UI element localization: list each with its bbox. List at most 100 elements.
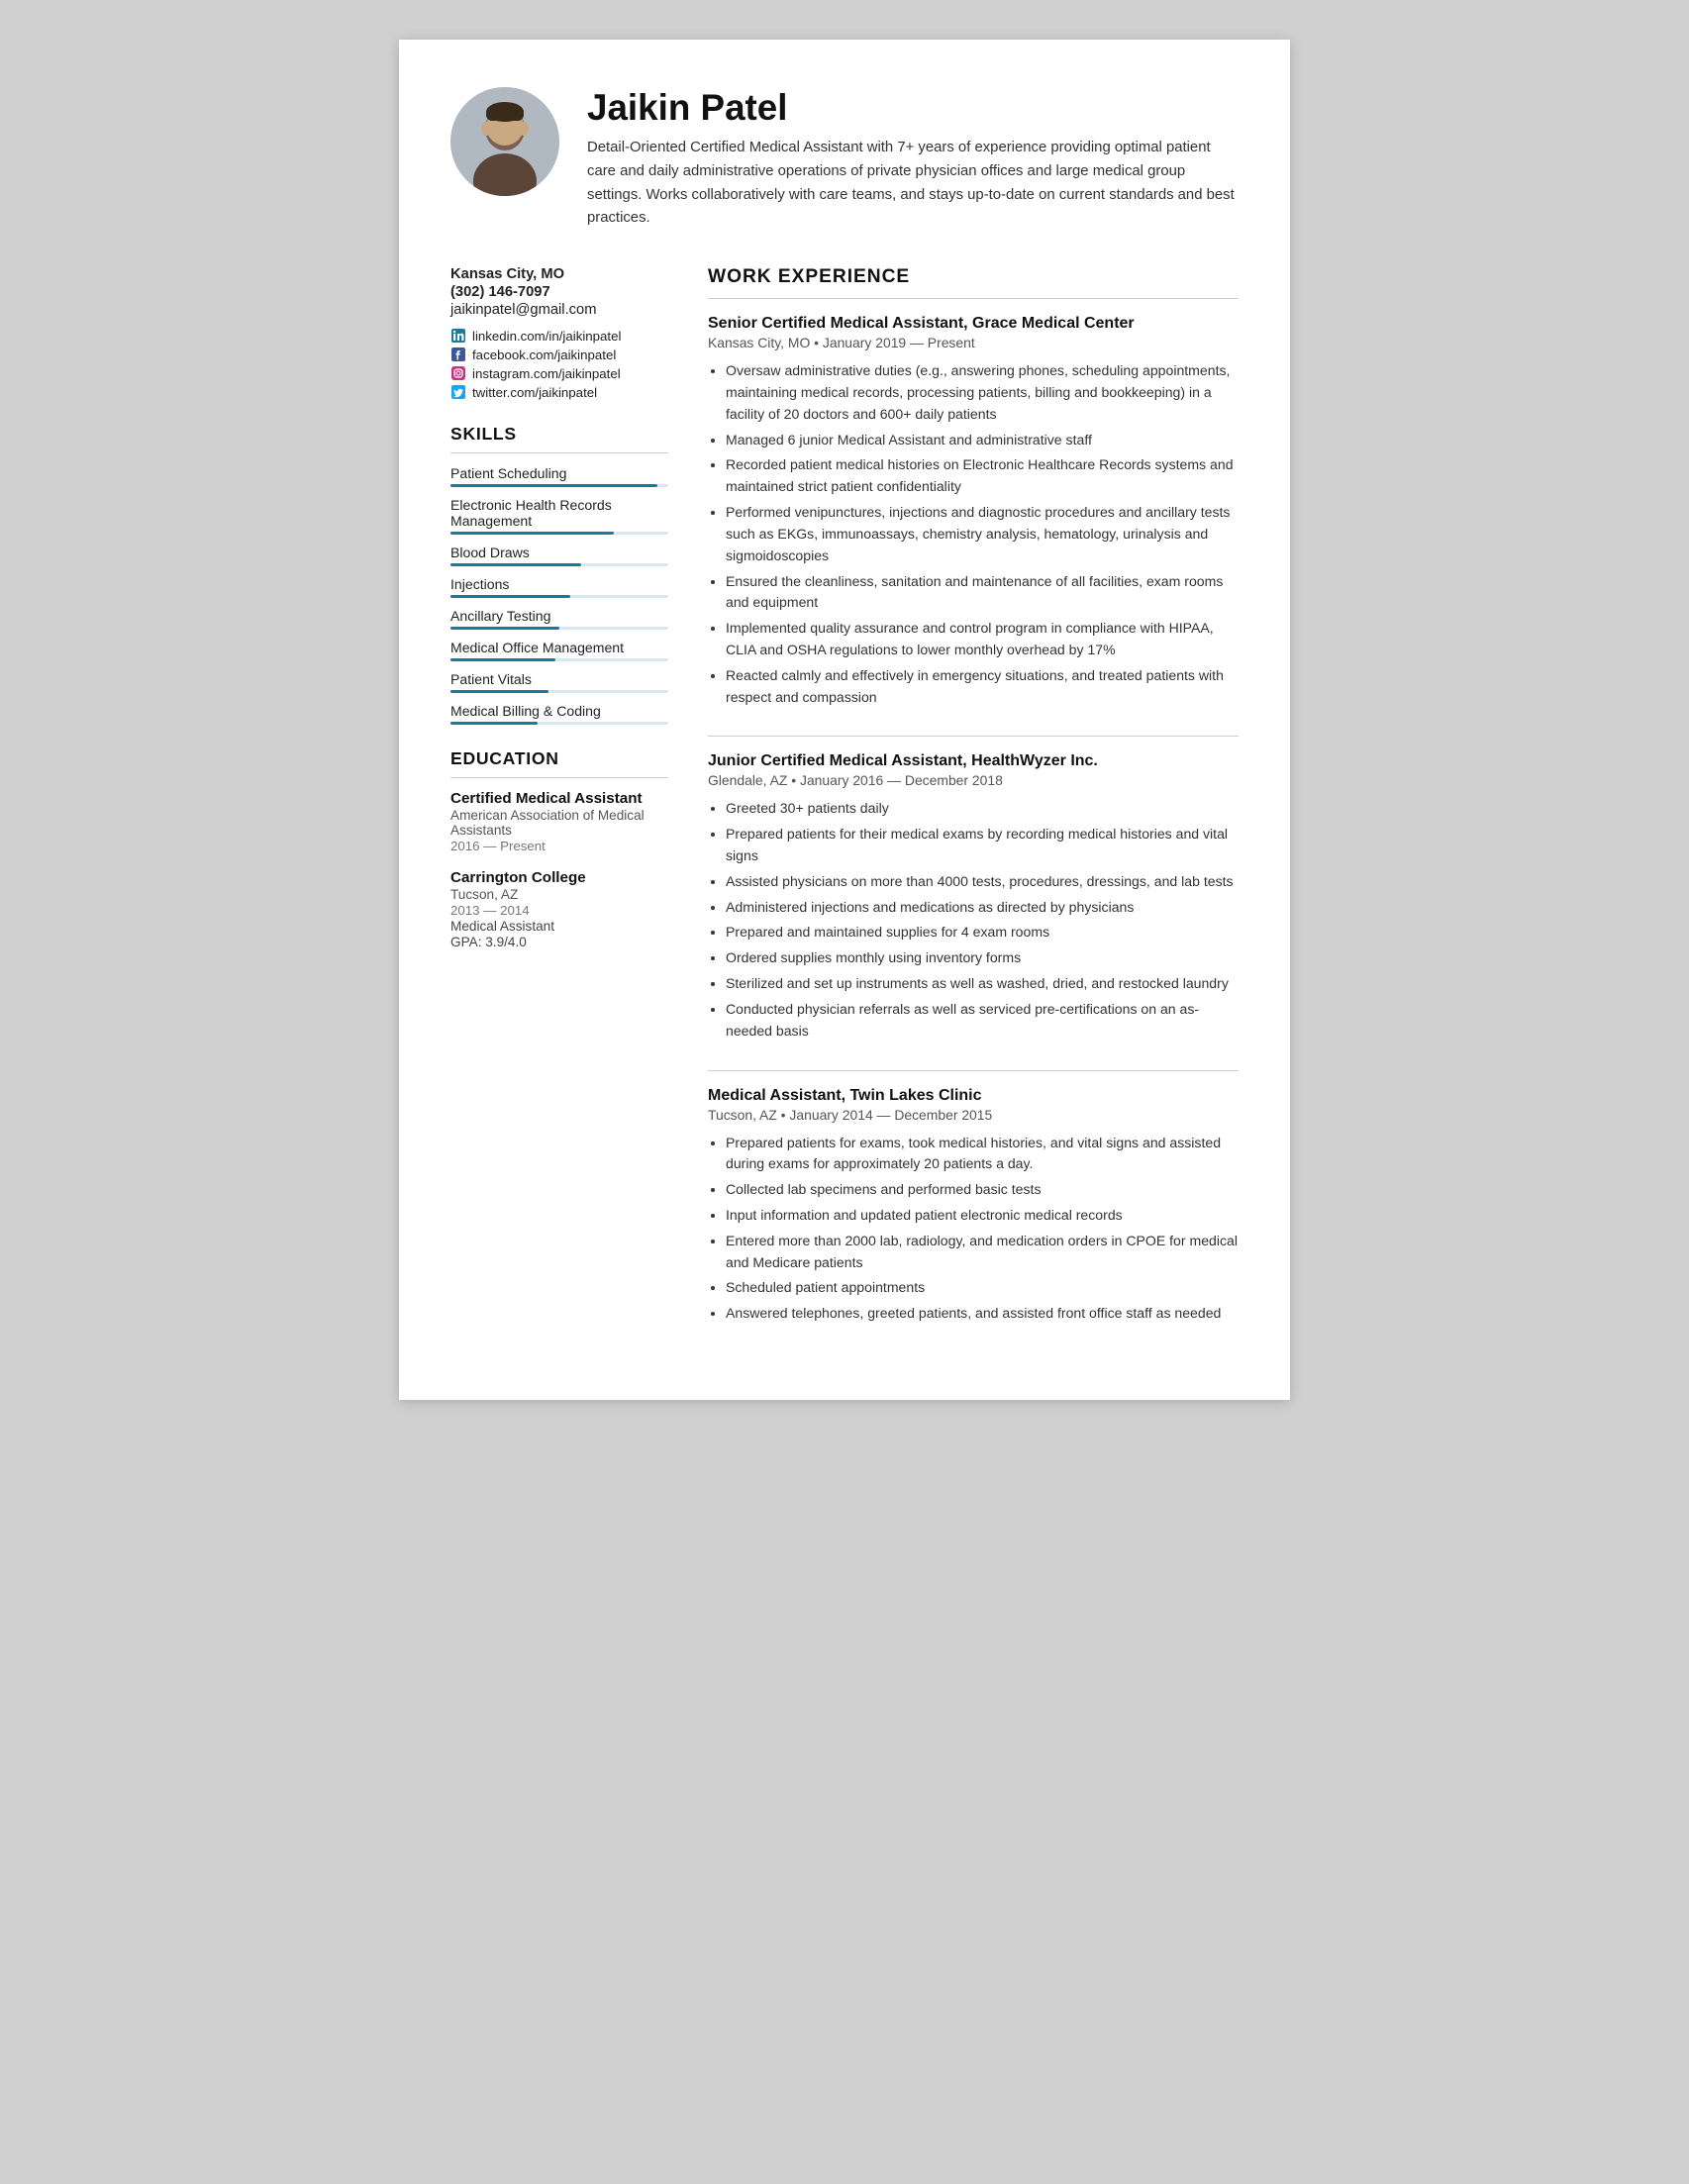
work-bullet: Conducted physician referrals as well as…: [726, 999, 1239, 1042]
education-divider: [450, 777, 668, 778]
skill-name: Medical Office Management: [450, 640, 668, 655]
skill-bar-fill: [450, 563, 581, 566]
skill-name: Patient Vitals: [450, 671, 668, 687]
twitter-text: twitter.com/jaikinpatel: [472, 385, 597, 400]
work-meta: Glendale, AZ • January 2016 — December 2…: [708, 772, 1239, 788]
edu-detail: Medical Assistant: [450, 919, 668, 934]
work-bullet: Managed 6 junior Medical Assistant and a…: [726, 430, 1239, 451]
skill-bar-bg: [450, 627, 668, 630]
work-bullet: Administered injections and medications …: [726, 897, 1239, 919]
work-title: WORK EXPERIENCE: [708, 266, 1239, 288]
work-bullet: Sterilized and set up instruments as wel…: [726, 973, 1239, 995]
skill-item: Medical Office Management: [450, 640, 668, 661]
main-columns: Kansas City, MO (302) 146-7097 jaikinpat…: [450, 266, 1239, 1352]
work-entry: Junior Certified Medical Assistant, Heal…: [708, 752, 1239, 1042]
skill-bar-bg: [450, 690, 668, 693]
work-bullet: Performed venipunctures, injections and …: [726, 502, 1239, 566]
skill-bar-bg: [450, 595, 668, 598]
work-bullet: Reacted calmly and effectively in emerge…: [726, 665, 1239, 709]
right-column: WORK EXPERIENCE Senior Certified Medical…: [708, 266, 1239, 1352]
skill-bar-fill: [450, 484, 657, 487]
work-entries: Senior Certified Medical Assistant, Grac…: [708, 315, 1239, 1325]
facebook-icon: [450, 347, 466, 362]
skill-bar-bg: [450, 563, 668, 566]
work-job-title: Junior Certified Medical Assistant, Heal…: [708, 752, 1239, 770]
education-entry: Carrington CollegeTucson, AZ2013 — 2014M…: [450, 869, 668, 949]
work-job-title: Senior Certified Medical Assistant, Grac…: [708, 315, 1239, 333]
contact-info: Kansas City, MO (302) 146-7097 jaikinpat…: [450, 266, 668, 400]
work-entry-divider: [708, 736, 1239, 737]
work-divider: [708, 298, 1239, 299]
skill-bar-bg: [450, 658, 668, 661]
work-job-title: Medical Assistant, Twin Lakes Clinic: [708, 1087, 1239, 1105]
work-bullets-list: Greeted 30+ patients daily Prepared patie…: [708, 798, 1239, 1042]
work-bullet: Assisted physicians on more than 4000 te…: [726, 871, 1239, 893]
work-entry: Senior Certified Medical Assistant, Grac…: [708, 315, 1239, 708]
skills-divider: [450, 452, 668, 453]
work-bullet: Recorded patient medical histories on El…: [726, 454, 1239, 498]
resume: Jaikin Patel Detail-Oriented Certified M…: [399, 40, 1290, 1400]
twitter-icon: [450, 384, 466, 400]
work-meta: Tucson, AZ • January 2014 — December 201…: [708, 1107, 1239, 1123]
skill-item: Blood Draws: [450, 545, 668, 566]
skill-bar-fill: [450, 595, 570, 598]
skill-item: Injections: [450, 576, 668, 598]
work-bullet: Ensured the cleanliness, sanitation and …: [726, 571, 1239, 615]
work-bullet: Prepared patients for exams, took medica…: [726, 1133, 1239, 1176]
edu-degree: Certified Medical Assistant: [450, 790, 668, 807]
work-bullet: Prepared patients for their medical exam…: [726, 824, 1239, 867]
contact-phone: (302) 146-7097: [450, 284, 668, 300]
education-entry: Certified Medical AssistantAmerican Asso…: [450, 790, 668, 853]
education-title: EDUCATION: [450, 748, 668, 769]
work-bullet: Scheduled patient appointments: [726, 1277, 1239, 1299]
work-bullet: Prepared and maintained supplies for 4 e…: [726, 922, 1239, 943]
skill-name: Ancillary Testing: [450, 608, 668, 624]
skill-bar-fill: [450, 690, 548, 693]
instagram-icon: [450, 365, 466, 381]
skill-bar-fill: [450, 532, 614, 535]
instagram-text: instagram.com/jaikinpatel: [472, 366, 621, 381]
skills-list: Patient Scheduling Electronic Health Rec…: [450, 465, 668, 725]
skill-bar-bg: [450, 484, 668, 487]
work-bullet: Ordered supplies monthly using inventory…: [726, 947, 1239, 969]
work-bullet: Input information and updated patient el…: [726, 1205, 1239, 1227]
candidate-summary: Detail-Oriented Certified Medical Assist…: [587, 137, 1239, 231]
skill-item: Patient Scheduling: [450, 465, 668, 487]
facebook-text: facebook.com/jaikinpatel: [472, 347, 616, 362]
contact-location: Kansas City, MO: [450, 266, 668, 282]
skill-name: Medical Billing & Coding: [450, 703, 668, 719]
social-twitter: twitter.com/jaikinpatel: [450, 384, 668, 400]
linkedin-icon: [450, 328, 466, 344]
skill-name: Electronic Health Records Management: [450, 497, 668, 529]
header-text: Jaikin Patel Detail-Oriented Certified M…: [587, 87, 1239, 231]
work-bullets-list: Prepared patients for exams, took medica…: [708, 1133, 1239, 1326]
skill-bar-bg: [450, 532, 668, 535]
work-bullet: Entered more than 2000 lab, radiology, a…: [726, 1231, 1239, 1274]
avatar: [450, 87, 559, 196]
work-bullet: Implemented quality assurance and contro…: [726, 618, 1239, 661]
work-bullet: Answered telephones, greeted patients, a…: [726, 1303, 1239, 1325]
skill-item: Electronic Health Records Management: [450, 497, 668, 535]
edu-org: Tucson, AZ: [450, 887, 668, 902]
work-bullet: Greeted 30+ patients daily: [726, 798, 1239, 820]
skills-section: SKILLS Patient Scheduling Electronic Hea…: [450, 424, 668, 725]
contact-email: jaikinpatel@gmail.com: [450, 302, 668, 318]
header-section: Jaikin Patel Detail-Oriented Certified M…: [450, 87, 1239, 231]
skill-bar-fill: [450, 658, 555, 661]
skill-name: Patient Scheduling: [450, 465, 668, 481]
social-linkedin: linkedin.com/in/jaikinpatel: [450, 328, 668, 344]
skill-bar-fill: [450, 722, 538, 725]
education-list: Certified Medical AssistantAmerican Asso…: [450, 790, 668, 949]
linkedin-text: linkedin.com/in/jaikinpatel: [472, 329, 621, 344]
skill-item: Medical Billing & Coding: [450, 703, 668, 725]
social-instagram: instagram.com/jaikinpatel: [450, 365, 668, 381]
work-bullet: Oversaw administrative duties (e.g., ans…: [726, 360, 1239, 425]
edu-gpa: GPA: 3.9/4.0: [450, 935, 668, 949]
skill-item: Ancillary Testing: [450, 608, 668, 630]
education-section: EDUCATION Certified Medical AssistantAme…: [450, 748, 668, 949]
skill-name: Injections: [450, 576, 668, 592]
social-facebook: facebook.com/jaikinpatel: [450, 347, 668, 362]
candidate-name: Jaikin Patel: [587, 87, 1239, 129]
work-entry: Medical Assistant, Twin Lakes Clinic Tuc…: [708, 1087, 1239, 1326]
skill-item: Patient Vitals: [450, 671, 668, 693]
